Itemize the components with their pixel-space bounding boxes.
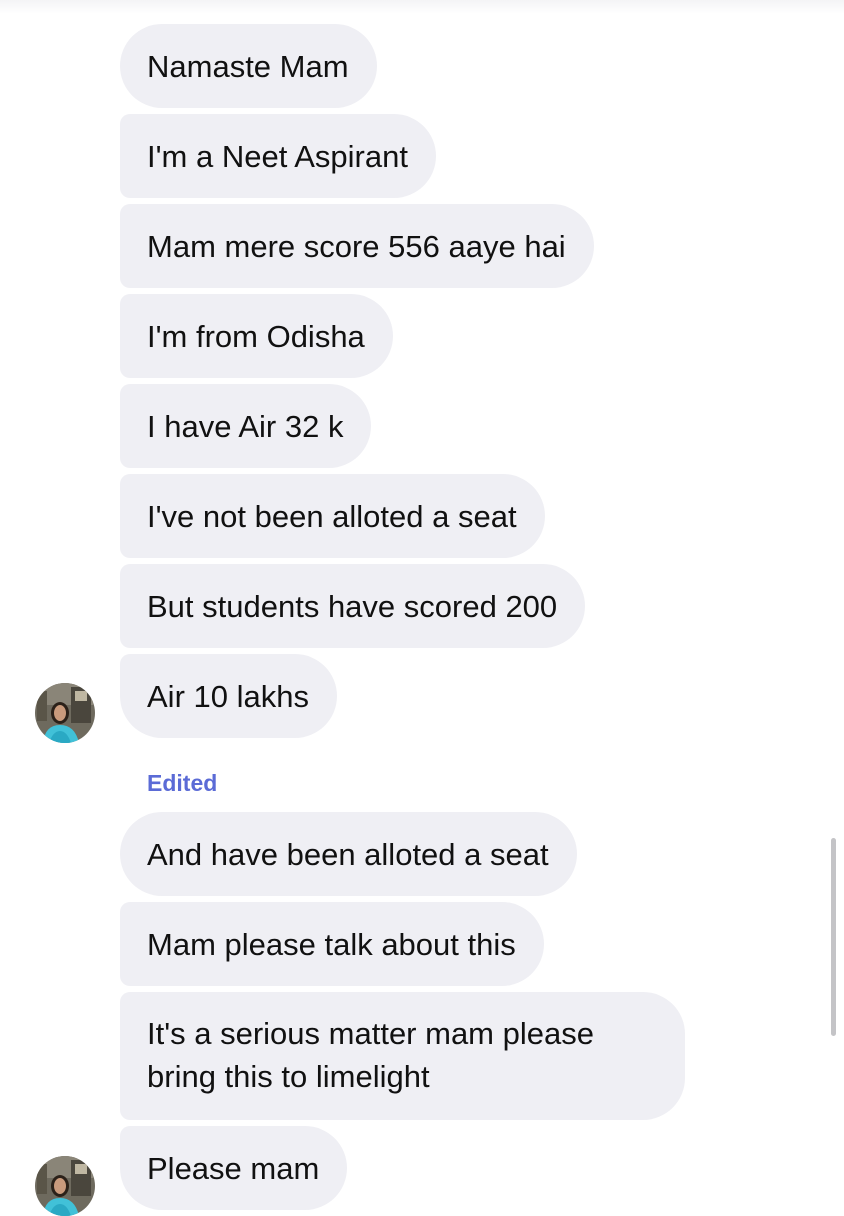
- message-thread[interactable]: Namaste Mam I'm a Neet Aspirant Mam mere…: [0, 0, 844, 1216]
- scrollbar-thumb[interactable]: [831, 838, 836, 1036]
- message-text: Mam please talk about this: [147, 927, 516, 962]
- message-bubble[interactable]: I'm from Odisha: [120, 294, 393, 378]
- message-text: I have Air 32 k: [147, 409, 344, 444]
- message-bubble[interactable]: Mam mere score 556 aaye hai: [120, 204, 594, 288]
- message-bubble[interactable]: I'm a Neet Aspirant: [120, 114, 436, 198]
- message-text: Please mam: [147, 1151, 320, 1186]
- message-bubble[interactable]: I have Air 32 k: [120, 384, 372, 468]
- sender-avatar[interactable]: [35, 683, 95, 743]
- message-bubble[interactable]: It's a serious matter mam please bring t…: [120, 992, 685, 1120]
- message-text: Air 10 lakhs: [147, 679, 309, 714]
- message-text: Namaste Mam: [147, 49, 349, 84]
- avatar-photo-icon: [35, 1156, 95, 1216]
- message-bubble[interactable]: I've not been alloted a seat: [120, 474, 545, 558]
- message-text: Mam mere score 556 aaye hai: [147, 229, 566, 264]
- message-bubble[interactable]: Please mam: [120, 1126, 348, 1210]
- edited-label: Edited: [147, 770, 218, 796]
- message-bubble[interactable]: Air 10 lakhs: [120, 654, 337, 738]
- message-bubble[interactable]: Mam please talk about this: [120, 902, 544, 986]
- message-text: And have been alloted a seat: [147, 837, 549, 872]
- message-bubble[interactable]: But students have scored 200: [120, 564, 586, 648]
- message-text: I'm from Odisha: [147, 319, 365, 354]
- top-fade: [0, 0, 844, 14]
- message-bubble[interactable]: Namaste Mam: [120, 24, 377, 108]
- message-text: I've not been alloted a seat: [147, 499, 517, 534]
- avatar-photo-icon: [35, 683, 95, 743]
- sender-avatar[interactable]: [35, 1156, 95, 1216]
- message-text: But students have scored 200: [147, 589, 558, 624]
- message-text: I'm a Neet Aspirant: [147, 139, 408, 174]
- message-bubble[interactable]: And have been alloted a seat: [120, 812, 577, 896]
- message-text: It's a serious matter mam please bring t…: [147, 1016, 594, 1094]
